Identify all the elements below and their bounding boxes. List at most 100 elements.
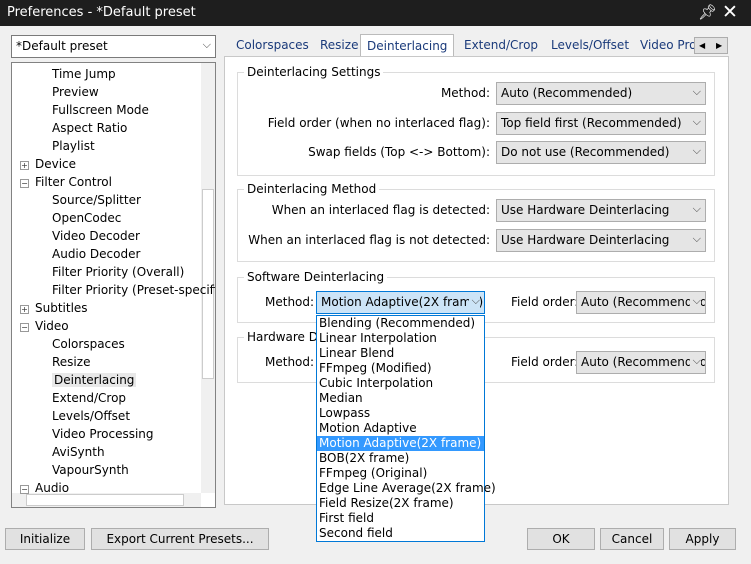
flag-detected-label: When an interlaced flag is detected: xyxy=(271,203,490,217)
method-dropdown[interactable]: Auto (Recommended) ⌵ xyxy=(496,82,706,105)
tree-item-label: Filter Priority (Overall) xyxy=(52,265,185,279)
tab-scroll-buttons: ◀ ▶ xyxy=(694,37,728,54)
tree-item[interactable]: Video Processing xyxy=(52,427,154,441)
tree-item-label: Colorspaces xyxy=(52,337,125,351)
tree-item[interactable]: Filter Priority (Overall) xyxy=(52,265,184,279)
tree-item-label: Extend/Crop xyxy=(52,391,127,405)
collapse-icon[interactable]: − xyxy=(20,323,29,332)
method-dropdown-list[interactable]: Blending (Recommended) Linear Interpolati… xyxy=(316,315,496,542)
tab-video-pro[interactable]: Video Pro xyxy=(640,36,694,56)
chevron-down-icon: ⌵ xyxy=(689,294,701,308)
arrow-right-icon[interactable]: ▶ xyxy=(716,41,722,50)
dropdown-option[interactable]: BOB(2X frame) xyxy=(317,451,484,466)
dropdown-option[interactable]: Cubic Interpolation xyxy=(317,376,484,391)
tree-vertical-scrollbar[interactable] xyxy=(201,63,215,493)
tree-item[interactable]: Audio Decoder xyxy=(52,247,140,261)
tree-item-label: Levels/Offset xyxy=(52,409,131,423)
cancel-button[interactable]: Cancel xyxy=(600,528,664,550)
chevron-down-icon: ⌵ xyxy=(468,294,480,308)
dropdown-option[interactable]: FFmpeg (Modified) xyxy=(317,361,484,376)
tree-item[interactable]: Deinterlacing xyxy=(52,373,137,387)
dropdown-option[interactable]: Second field xyxy=(317,526,484,541)
tab-extend-crop[interactable]: Extend/Crop xyxy=(464,36,538,56)
swap-fields-dropdown[interactable]: Do not use (Recommended) ⌵ xyxy=(496,141,706,164)
dropdown-option[interactable]: Linear Interpolation xyxy=(317,331,484,346)
chevron-down-icon: ⌵ xyxy=(202,38,211,51)
flag-detected-value: Use Hardware Deinterlacing xyxy=(501,203,670,217)
software-method-label: Method: xyxy=(265,295,315,309)
tree-item[interactable]: VapourSynth xyxy=(52,463,129,477)
software-field-order-value: Auto (Recommended) xyxy=(581,295,706,309)
tree-item-label: VapourSynth xyxy=(52,463,129,477)
apply-button[interactable]: Apply xyxy=(669,528,736,550)
chevron-down-icon: ⌵ xyxy=(692,115,701,128)
collapse-icon[interactable]: − xyxy=(20,179,29,188)
tree-item[interactable]: Colorspaces xyxy=(52,337,125,351)
tree-item[interactable]: Filter Control xyxy=(35,175,112,189)
tree-item[interactable]: Levels/Offset xyxy=(52,409,130,423)
preset-value: *Default preset xyxy=(16,39,108,53)
tree-horizontal-scrollbar[interactable] xyxy=(12,493,201,507)
tree-item[interactable]: Filter Priority (Preset-specific) xyxy=(52,283,216,297)
tree-item[interactable]: Aspect Ratio xyxy=(52,121,127,135)
dropdown-option[interactable]: Linear Blend xyxy=(317,346,484,361)
ok-button[interactable]: OK xyxy=(527,528,595,550)
dropdown-option[interactable]: Median xyxy=(317,391,484,406)
close-icon[interactable]: ✕ xyxy=(722,1,738,23)
software-field-order-dropdown[interactable]: Auto (Recommended) ⌵ xyxy=(576,291,706,314)
tab-resize[interactable]: Resize xyxy=(320,36,358,56)
hardware-field-order-value: Auto (Recommended) xyxy=(581,355,706,369)
preset-dropdown[interactable]: *Default preset ⌵ xyxy=(11,35,216,58)
software-method-value: Motion Adaptive(2X frame) xyxy=(321,295,484,309)
tree-item[interactable]: Playlist xyxy=(52,139,95,153)
pin-icon[interactable]: 📌︎ xyxy=(698,3,717,21)
flag-not-detected-dropdown[interactable]: Use Hardware Deinterlacing ⌵ xyxy=(496,229,706,252)
tree-item-label: OpenCodec xyxy=(52,211,122,225)
export-presets-button[interactable]: Export Current Presets... xyxy=(91,528,269,550)
arrow-left-icon[interactable]: ◀ xyxy=(699,41,705,50)
tree-item[interactable]: Fullscreen Mode xyxy=(52,103,149,117)
tree-item[interactable]: Source/Splitter xyxy=(52,193,141,207)
collapse-icon[interactable]: − xyxy=(20,485,29,494)
settings-tree[interactable]: Time Jump Preview Fullscreen Mode Aspect Ra… xyxy=(11,62,216,508)
expand-icon[interactable]: + xyxy=(20,305,29,314)
tree-item[interactable]: Device xyxy=(35,157,76,171)
dropdown-option[interactable]: Motion Adaptive xyxy=(317,421,484,436)
dropdown-option[interactable]: Motion Adaptive(2X frame) xyxy=(317,436,484,451)
field-order-value: Top field first (Recommended) xyxy=(501,116,682,130)
tree-item[interactable]: Extend/Crop xyxy=(52,391,126,405)
tab-colorspaces[interactable]: Colorspaces xyxy=(236,36,309,56)
field-order-dropdown[interactable]: Top field first (Recommended) ⌵ xyxy=(496,112,706,135)
tree-item[interactable]: Resize xyxy=(52,355,90,369)
tree-item[interactable]: Preview xyxy=(52,85,99,99)
tab-levels-offset[interactable]: Levels/Offset xyxy=(551,36,629,56)
tree-item-label: Filter Priority (Preset-specific) xyxy=(52,283,216,297)
tree-item-label: Device xyxy=(35,157,77,171)
flag-detected-dropdown[interactable]: Use Hardware Deinterlacing ⌵ xyxy=(496,199,706,222)
dropdown-option[interactable]: First field xyxy=(317,511,484,526)
initialize-button[interactable]: Initialize xyxy=(5,528,85,550)
title-bar: Preferences - *Default preset 📌︎ ✕ xyxy=(0,0,751,26)
chevron-down-icon: ⌵ xyxy=(692,85,701,98)
dropdown-option[interactable]: Blending (Recommended) xyxy=(317,316,484,331)
tree-item[interactable]: OpenCodec xyxy=(52,211,121,225)
scrollbar-thumb[interactable] xyxy=(26,494,184,506)
method-value: Auto (Recommended) xyxy=(501,86,633,100)
software-method-dropdown[interactable]: Motion Adaptive(2X frame) ⌵ xyxy=(316,291,485,314)
tree-item[interactable]: Time Jump xyxy=(52,67,116,81)
flag-not-detected-label: When an interlaced flag is not detected: xyxy=(248,233,490,247)
expand-icon[interactable]: + xyxy=(20,161,29,170)
tree-item[interactable]: Video Decoder xyxy=(52,229,140,243)
hardware-field-order-dropdown[interactable]: Auto (Recommended) ⌵ xyxy=(576,351,706,374)
tree-item[interactable]: Audio xyxy=(35,481,69,495)
tree-item-label: Deinterlacing xyxy=(54,373,135,387)
tree-item[interactable]: AviSynth xyxy=(52,445,105,459)
dropdown-option[interactable]: Edge Line Average(2X frame) xyxy=(317,481,496,496)
dropdown-option[interactable]: FFmpeg (Original) xyxy=(317,466,484,481)
dropdown-option[interactable]: Lowpass xyxy=(317,406,484,421)
tree-item[interactable]: Video xyxy=(35,319,69,333)
dropdown-option[interactable]: Field Resize(2X frame) xyxy=(317,496,484,511)
tab-deinterlacing[interactable]: Deinterlacing xyxy=(360,34,455,57)
group-title: Software Deinterlacing xyxy=(244,270,388,284)
tree-item[interactable]: Subtitles xyxy=(35,301,88,315)
